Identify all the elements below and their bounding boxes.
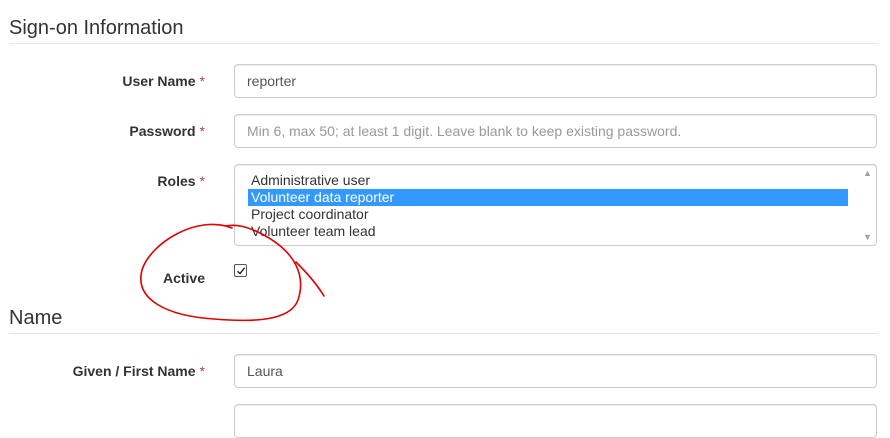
required-marker: * <box>199 363 205 379</box>
username-input[interactable] <box>234 64 877 98</box>
role-option-administrative-user[interactable]: Administrative user <box>248 172 848 189</box>
username-label-text: User Name <box>122 73 196 89</box>
section-title-signon: Sign-on Information <box>9 17 184 39</box>
role-option-volunteer-data-reporter[interactable]: Volunteer data reporter <box>248 189 848 206</box>
section-title-name: Name <box>9 307 63 329</box>
roles-label: Roles * <box>157 173 205 189</box>
given-name-label: Given / First Name * <box>73 363 205 379</box>
given-name-input[interactable] <box>234 354 877 388</box>
required-marker: * <box>199 73 205 89</box>
roles-label-text: Roles <box>157 173 196 189</box>
password-label-text: Password <box>129 123 196 139</box>
active-label-text: Active <box>162 270 205 286</box>
given-name-label-text: Given / First Name <box>72 363 196 379</box>
checkmark-icon <box>237 267 246 275</box>
required-marker: * <box>199 123 205 139</box>
section-divider <box>9 43 878 44</box>
roles-listbox[interactable]: Administrative user Volunteer data repor… <box>234 164 877 246</box>
scroll-up-arrow-icon[interactable]: ▲ <box>863 168 872 178</box>
password-label: Password * <box>129 123 205 139</box>
username-label: User Name * <box>122 73 205 89</box>
role-option-project-coordinator[interactable]: Project coordinator <box>248 206 848 223</box>
section-divider <box>9 333 878 334</box>
active-label: Active <box>163 270 205 286</box>
next-name-field[interactable] <box>234 404 877 438</box>
roles-scrollbar[interactable]: ▲ ▼ <box>860 165 876 245</box>
active-checkbox[interactable] <box>234 264 247 277</box>
required-marker: * <box>199 173 205 189</box>
role-option-volunteer-team-lead[interactable]: Volunteer team lead <box>248 223 848 240</box>
password-input[interactable] <box>234 114 877 148</box>
scroll-down-arrow-icon[interactable]: ▼ <box>863 232 872 242</box>
